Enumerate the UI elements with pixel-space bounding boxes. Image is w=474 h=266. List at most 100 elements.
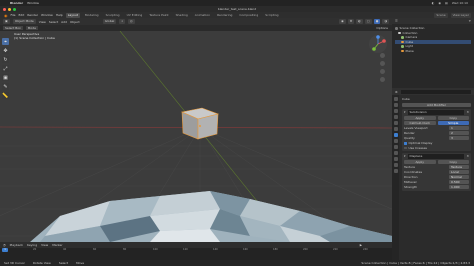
properties-search[interactable] bbox=[400, 89, 471, 94]
tab-compositing[interactable]: Compositing bbox=[237, 13, 260, 18]
object-tab-icon[interactable] bbox=[393, 127, 398, 131]
zoom-icon[interactable] bbox=[380, 53, 385, 58]
timeline[interactable]: 0 20 40 60 80 100 120 140 160 180 200 22… bbox=[0, 248, 392, 260]
scene-selector[interactable]: Scene bbox=[434, 12, 448, 18]
select-mode[interactable]: Mode bbox=[25, 26, 38, 30]
proportional-edit-icon[interactable]: ◎ bbox=[128, 19, 135, 24]
world-tab-icon[interactable] bbox=[393, 121, 398, 125]
mac-window-menu[interactable]: Window bbox=[27, 1, 39, 5]
viewport-menu-add[interactable]: Add bbox=[61, 20, 67, 24]
close-icon[interactable]: ✕ bbox=[466, 154, 469, 159]
menu-edit[interactable]: Edit bbox=[19, 13, 25, 17]
modifier-name[interactable]: Displace bbox=[407, 154, 465, 159]
apply-button[interactable]: Apply bbox=[404, 160, 436, 164]
render-tab-icon[interactable] bbox=[393, 103, 398, 107]
apply-button[interactable]: Apply bbox=[404, 116, 436, 120]
menu-file[interactable]: File bbox=[11, 13, 16, 17]
terrain-mesh[interactable] bbox=[30, 191, 392, 242]
select-box-tool[interactable]: Select Box bbox=[3, 26, 23, 30]
viewport-menu-view[interactable]: View bbox=[39, 20, 46, 24]
options-dropdown[interactable]: Options bbox=[376, 26, 388, 30]
scale-icon[interactable]: ⤢ bbox=[2, 65, 9, 72]
mac-status-item[interactable]: ◐ bbox=[432, 1, 435, 5]
midlevel-field[interactable]: 0.500 bbox=[449, 180, 469, 184]
outliner-editor-icon[interactable]: ☰ bbox=[395, 19, 398, 23]
close-window-button[interactable] bbox=[3, 7, 6, 11]
camera-view-icon[interactable] bbox=[380, 69, 385, 74]
close-icon[interactable]: ✕ bbox=[466, 110, 469, 115]
outliner-row[interactable]: Plane bbox=[395, 49, 471, 54]
data-tab-icon[interactable] bbox=[393, 157, 398, 161]
direction-dropdown[interactable]: Normal bbox=[449, 175, 469, 179]
editor-type-button[interactable]: ▣ bbox=[3, 19, 10, 24]
outliner-filter-icon[interactable]: ⏷ bbox=[469, 19, 471, 23]
minimize-window-button[interactable] bbox=[8, 7, 11, 11]
mac-status-item[interactable]: ▤ bbox=[445, 1, 448, 5]
add-modifier-button[interactable]: Add Modifier bbox=[402, 103, 471, 107]
timeline-menu-view[interactable]: View bbox=[41, 243, 48, 247]
timeline-menu-marker[interactable]: Marker bbox=[52, 243, 62, 247]
timeline-menu-keying[interactable]: Keying bbox=[27, 243, 37, 247]
copy-button[interactable]: Copy bbox=[437, 116, 469, 120]
gizmo-icon[interactable]: ✥ bbox=[347, 19, 355, 24]
copy-button[interactable]: Copy bbox=[437, 160, 469, 164]
snap-icon[interactable]: ⌖ bbox=[119, 19, 126, 24]
blender-logo-icon[interactable]: ◉ bbox=[4, 13, 8, 18]
checkbox[interactable] bbox=[404, 146, 407, 149]
texture-tab-icon[interactable] bbox=[393, 169, 398, 173]
shading-solid-icon[interactable]: ● bbox=[373, 19, 381, 24]
3d-viewport[interactable]: User Perspective (1) Scene Collection | … bbox=[0, 31, 392, 242]
shading-material-icon[interactable]: ◑ bbox=[382, 19, 389, 24]
ortho-toggle-icon[interactable] bbox=[380, 77, 385, 82]
expand-icon[interactable]: ▾ bbox=[404, 154, 406, 159]
timeline-menu-playback[interactable]: Playback bbox=[10, 243, 23, 247]
properties-editor-icon[interactable]: ⚙ bbox=[395, 90, 398, 94]
catmull-clark-button[interactable]: Catmull-Clark bbox=[404, 121, 436, 125]
expand-icon[interactable]: ▾ bbox=[404, 110, 406, 115]
scene-tab-icon[interactable] bbox=[393, 115, 398, 119]
move-icon[interactable]: ✥ bbox=[2, 47, 9, 54]
zoom-window-button[interactable] bbox=[13, 7, 16, 11]
pan-icon[interactable] bbox=[380, 61, 385, 66]
measure-icon[interactable]: 📏 bbox=[2, 92, 9, 99]
simple-button[interactable]: Simple bbox=[437, 121, 469, 125]
tool-tab-icon[interactable] bbox=[393, 97, 398, 101]
levels-viewport-field[interactable]: 1 bbox=[449, 126, 469, 130]
menu-window[interactable]: Window bbox=[41, 13, 53, 17]
play-button[interactable]: ▶ bbox=[360, 243, 362, 247]
mac-status-item[interactable]: ◉ bbox=[438, 1, 441, 5]
material-tab-icon[interactable] bbox=[393, 163, 398, 167]
rotate-icon[interactable]: ↻ bbox=[2, 56, 9, 63]
navigation-gizmo[interactable] bbox=[369, 35, 387, 53]
annotate-icon[interactable]: ✎ bbox=[2, 83, 9, 90]
strength-field[interactable]: 1.000 bbox=[449, 185, 469, 189]
viewport-menu-select[interactable]: Select bbox=[49, 20, 58, 24]
tab-scripting[interactable]: Scripting bbox=[263, 13, 280, 18]
tab-rendering[interactable]: Rendering bbox=[215, 13, 234, 18]
menu-render[interactable]: Render bbox=[27, 13, 38, 17]
mac-app-name[interactable]: Blender bbox=[10, 1, 23, 5]
tab-sculpting[interactable]: Sculpting bbox=[104, 13, 122, 18]
visibility-icon[interactable]: ◉ bbox=[339, 19, 346, 24]
cube-object[interactable] bbox=[181, 107, 220, 140]
particles-tab-icon[interactable] bbox=[393, 139, 398, 143]
quality-field[interactable]: 3 bbox=[449, 136, 469, 140]
overlay-icon[interactable]: ◐ bbox=[356, 19, 363, 24]
viewport-menu-object[interactable]: Object bbox=[70, 20, 80, 24]
tab-animation[interactable]: Animation bbox=[193, 13, 212, 18]
transform-icon[interactable]: ▣ bbox=[2, 74, 9, 81]
texture-field[interactable]: Texture bbox=[449, 165, 469, 169]
object-name[interactable]: Cube bbox=[402, 97, 410, 102]
output-tab-icon[interactable] bbox=[393, 109, 398, 113]
menu-help[interactable]: Help bbox=[56, 13, 63, 17]
playhead[interactable]: 1 bbox=[2, 248, 8, 252]
coordinates-dropdown[interactable]: Local bbox=[449, 170, 469, 174]
tab-layout[interactable]: Layout bbox=[65, 12, 80, 18]
tab-modeling[interactable]: Modeling bbox=[83, 13, 101, 18]
modifier-name[interactable]: Subdivision bbox=[407, 110, 465, 115]
cursor-icon[interactable]: ⌖ bbox=[2, 38, 9, 45]
timeline-editor-icon[interactable]: ◔ bbox=[3, 243, 6, 247]
transform-orientation-dropdown[interactable]: Global bbox=[102, 19, 117, 24]
tab-uv-editing[interactable]: UV Editing bbox=[125, 13, 145, 18]
render-levels-field[interactable]: 2 bbox=[449, 131, 469, 135]
